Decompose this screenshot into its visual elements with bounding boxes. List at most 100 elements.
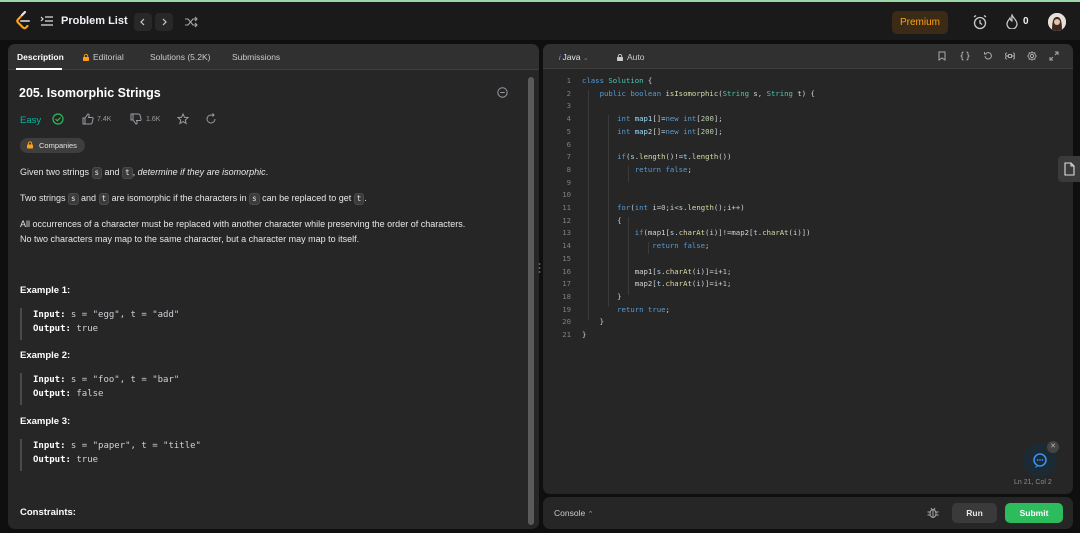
output-value: false — [70, 389, 104, 399]
console-bar: Console ⌃ Run Submit — [543, 497, 1073, 529]
scrollbar-thumb[interactable] — [528, 77, 534, 525]
dislikes-count: 1.6K — [146, 116, 161, 123]
inline-code-s: s — [91, 167, 103, 179]
inline-code-t: t — [122, 167, 133, 179]
line-number: 2 — [566, 88, 571, 98]
streak-fire-icon[interactable] — [1006, 14, 1018, 29]
thumbs-up-icon[interactable] — [82, 113, 94, 125]
example-3-output: Output: true — [33, 453, 200, 467]
thumbs-down-icon[interactable] — [130, 113, 142, 125]
difficulty-badge: Easy — [20, 115, 42, 126]
avatar-image-icon — [1048, 13, 1066, 31]
output-label: Output: — [33, 324, 71, 334]
info-circle-icon[interactable] — [497, 87, 508, 98]
lock-icon — [83, 54, 89, 61]
prev-problem-button[interactable] — [134, 13, 152, 31]
output-value: true — [70, 455, 99, 465]
example-3-heading: Example 3: — [20, 416, 71, 427]
user-avatar[interactable] — [1048, 13, 1066, 31]
settings-gear-icon[interactable] — [1027, 51, 1037, 61]
bookmark-icon[interactable] — [937, 51, 947, 61]
line-number: 5 — [566, 126, 571, 136]
inline-code-t: t — [98, 193, 110, 205]
problem-title[interactable]: 205. Isomorphic Strings — [19, 86, 161, 100]
output-label: Output: — [33, 455, 71, 465]
desc-text: are isomorphic if the characters in — [109, 193, 250, 203]
debug-bug-icon[interactable] — [927, 506, 939, 519]
auto-mode-toggle[interactable]: Auto — [617, 52, 645, 62]
shuffle-icon[interactable] — [184, 15, 198, 29]
input-value: s = "foo", t = "bar" — [65, 375, 180, 385]
example-3-box: Input: s = "paper", t = "title" Output: … — [20, 439, 201, 471]
line-number: 10 — [562, 190, 571, 200]
star-icon[interactable] — [177, 113, 189, 125]
desc-emphasis: determine if they are isomorphic — [137, 167, 266, 177]
chat-close-button[interactable]: ✕ — [1047, 441, 1059, 453]
line-number: 9 — [566, 177, 571, 187]
inline-code-t: t — [353, 193, 365, 205]
code-editor-panel: i Java ⌄ Auto 1 2 3 4 5 6 7 8 9 10 11 12… — [543, 44, 1073, 494]
description-paragraph-2: Two strings s and t are isomorphic if th… — [20, 191, 367, 206]
tab-submissions[interactable]: Submissions — [232, 52, 280, 62]
description-paragraph-3-line-2: No two characters may map to the same ch… — [20, 234, 360, 244]
line-number: 7 — [566, 152, 571, 162]
input-label: Input: — [33, 310, 66, 320]
submit-button[interactable]: Submit — [1005, 503, 1063, 523]
example-3-input: Input: s = "paper", t = "title" — [33, 439, 201, 453]
console-toggle[interactable]: Console ⌃ — [554, 508, 593, 518]
chevron-left-icon — [140, 18, 145, 26]
constraints-heading: Constraints: — [20, 507, 76, 518]
braces-icon[interactable] — [960, 51, 970, 61]
example-1-box: Input: s = "egg", t = "add" Output: true — [20, 308, 200, 340]
expand-icon[interactable] — [1049, 51, 1059, 61]
next-problem-button[interactable] — [155, 13, 173, 31]
inline-code-s: s — [68, 193, 79, 205]
companies-label: Companies — [39, 141, 77, 150]
code-text[interactable]: class Solution { public boolean isIsomor… — [582, 75, 815, 342]
tab-solutions[interactable]: Solutions (5.2K) — [150, 52, 210, 62]
share-icon[interactable] — [205, 113, 217, 125]
description-panel: Description Editorial Solutions (5.2K) S… — [8, 44, 539, 529]
line-number: 19 — [562, 304, 571, 314]
problem-list-icon[interactable] — [40, 15, 54, 27]
run-button[interactable]: Run — [952, 503, 997, 523]
language-select[interactable]: i Java ⌄ — [559, 52, 589, 62]
description-tabs: Description Editorial Solutions (5.2K) S… — [8, 44, 539, 70]
panel-resize-handle[interactable] — [538, 262, 541, 274]
description-scrollbar[interactable] — [526, 71, 535, 529]
line-number: 16 — [562, 266, 571, 276]
likes-count: 7.4K — [97, 116, 112, 123]
document-icon — [1064, 162, 1075, 176]
input-label: Input: — [33, 441, 66, 451]
tab-description[interactable]: Description — [17, 52, 64, 62]
chevron-right-icon — [162, 18, 167, 26]
line-number: 3 — [566, 101, 571, 111]
language-label: Java — [562, 52, 581, 62]
reset-icon[interactable] — [983, 51, 993, 61]
example-1-output: Output: true — [33, 322, 200, 336]
alarm-clock-icon[interactable] — [972, 14, 988, 30]
console-label: Console — [554, 508, 586, 518]
example-2-output: Output: false — [33, 387, 200, 401]
example-2-input: Input: s = "foo", t = "bar" — [33, 373, 200, 387]
line-number: 4 — [566, 114, 571, 124]
line-number: 15 — [562, 253, 571, 263]
companies-tag[interactable]: Companies — [20, 138, 85, 153]
streak-count: 0 — [1023, 16, 1029, 27]
line-number: 6 — [566, 139, 571, 149]
problem-list-link[interactable]: Problem List — [61, 15, 128, 27]
input-value: s = "paper", t = "title" — [65, 441, 201, 451]
line-number: 20 — [562, 317, 571, 327]
example-2-heading: Example 2: — [20, 350, 71, 361]
leetcode-logo-icon[interactable] — [14, 10, 32, 32]
desc-text: Given two strings — [20, 167, 92, 177]
notes-side-button[interactable] — [1058, 156, 1080, 182]
tab-editorial[interactable]: Editorial — [83, 52, 124, 62]
premium-button[interactable]: Premium — [892, 11, 948, 34]
input-value: s = "egg", t = "add" — [65, 310, 180, 320]
example-1-heading: Example 1: — [20, 285, 71, 296]
command-icon[interactable] — [1005, 51, 1015, 61]
line-number: 17 — [562, 279, 571, 289]
line-number: 18 — [562, 291, 571, 301]
line-number: 12 — [562, 215, 571, 225]
